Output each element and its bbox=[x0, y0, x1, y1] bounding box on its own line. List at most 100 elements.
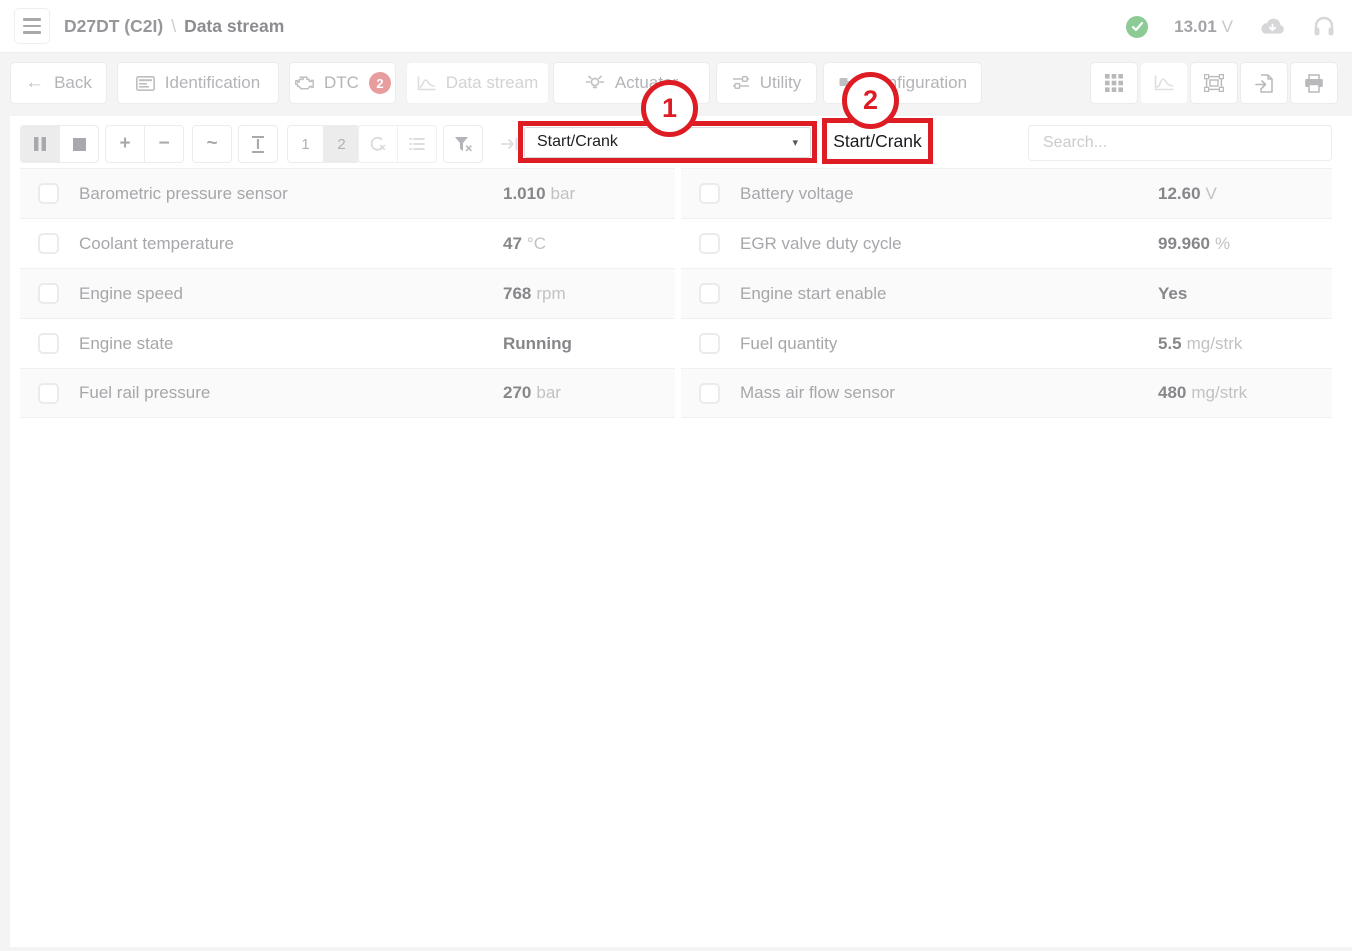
graph-icon bbox=[1154, 75, 1174, 91]
reset-group bbox=[358, 125, 437, 163]
filter-group bbox=[443, 125, 483, 163]
data-table-left: Barometric pressure sensor 1.010 bar Cool… bbox=[20, 168, 675, 418]
row-checkbox[interactable] bbox=[38, 233, 59, 254]
data-table-right: Battery voltage 12.60 V EGR valve duty cy… bbox=[681, 168, 1332, 418]
table-row: Engine speed 768 rpm bbox=[20, 268, 675, 318]
cloud-download-icon[interactable] bbox=[1259, 17, 1286, 37]
row-checkbox[interactable] bbox=[38, 333, 59, 354]
row-checkbox[interactable] bbox=[38, 283, 59, 304]
param-value: Running bbox=[503, 333, 572, 353]
chart-curve-icon bbox=[417, 75, 436, 91]
hamburger-menu-button[interactable] bbox=[14, 8, 50, 44]
param-label: Fuel quantity bbox=[740, 333, 838, 353]
table-row: EGR valve duty cycle 99.960% bbox=[681, 218, 1332, 268]
table-row: Coolant temperature 47 °C bbox=[20, 218, 675, 268]
search-input[interactable] bbox=[1028, 125, 1332, 161]
row-checkbox[interactable] bbox=[699, 382, 720, 404]
table-row: Barometric pressure sensor 1.010 bar bbox=[20, 168, 675, 218]
param-label: Fuel rail pressure bbox=[79, 383, 211, 402]
playback-group bbox=[20, 125, 99, 163]
export-button[interactable] bbox=[1240, 62, 1288, 104]
printer-icon bbox=[1304, 73, 1324, 93]
clear-filter-button[interactable] bbox=[443, 125, 483, 163]
grid-icon bbox=[1105, 74, 1123, 92]
graph-view-button bbox=[1140, 62, 1188, 104]
param-label: Engine start enable bbox=[740, 283, 887, 303]
grid-view-button[interactable] bbox=[1090, 62, 1138, 104]
param-value: Yes bbox=[1158, 283, 1188, 303]
tab-data-stream-label: Data stream bbox=[445, 73, 539, 92]
page-bottom-edge bbox=[0, 947, 1352, 951]
param-label: Mass air flow sensor bbox=[740, 383, 895, 402]
chevron-down-icon: ▾ bbox=[792, 136, 798, 149]
param-value: 47 bbox=[503, 233, 522, 253]
row-checkbox[interactable] bbox=[699, 183, 720, 204]
breadcrumb-page: Data stream bbox=[184, 15, 285, 36]
table-row: Battery voltage 12.60 V bbox=[681, 168, 1332, 218]
clear-refresh-button bbox=[358, 125, 398, 163]
app-window: D27DT (C2I) \ Data stream 13.01V ← Back bbox=[0, 0, 1352, 951]
row-checkbox[interactable] bbox=[38, 183, 59, 204]
app-header: D27DT (C2I) \ Data stream 13.01 V bbox=[0, 0, 1352, 53]
group-select-value: Start/Crank bbox=[537, 133, 618, 150]
tab-data-stream: Data stream bbox=[406, 62, 549, 104]
tab-utility-label: Utility bbox=[759, 73, 802, 92]
connection-ok-icon bbox=[1126, 15, 1149, 38]
param-value: 1.010 bbox=[503, 183, 546, 203]
table-row: Mass air flow sensor 480 mg/strk bbox=[681, 368, 1332, 418]
scale-group: I bbox=[238, 125, 278, 163]
row-checkbox[interactable] bbox=[38, 382, 59, 404]
engine-icon bbox=[294, 75, 314, 91]
sliders-icon bbox=[732, 75, 750, 91]
param-unit: mg/strk bbox=[1186, 333, 1243, 353]
tab-identification-label: Identification bbox=[164, 73, 261, 92]
param-label: Battery voltage bbox=[740, 183, 854, 203]
param-unit: °C bbox=[526, 233, 546, 253]
row-checkbox[interactable] bbox=[699, 333, 720, 354]
add-button[interactable]: + bbox=[105, 125, 145, 163]
hamburger-icon bbox=[23, 18, 41, 21]
remove-button[interactable]: − bbox=[144, 125, 184, 163]
param-label: EGR valve duty cycle bbox=[740, 233, 902, 253]
stop-button[interactable] bbox=[59, 125, 99, 163]
dtc-count-badge: 2 bbox=[368, 72, 391, 94]
param-label: Engine speed bbox=[79, 283, 183, 303]
page-2-button[interactable]: 2 bbox=[323, 125, 360, 163]
print-button[interactable] bbox=[1290, 62, 1338, 104]
list-button bbox=[397, 125, 437, 163]
annotation-step-1: 1 bbox=[641, 80, 698, 137]
annotation-step-2: 2 bbox=[842, 72, 899, 129]
smooth-curve-button[interactable]: ~ bbox=[192, 125, 232, 163]
breadcrumb-separator: \ bbox=[171, 15, 177, 36]
param-label: Barometric pressure sensor bbox=[79, 183, 288, 203]
back-button[interactable]: ← Back bbox=[10, 62, 107, 104]
tab-identification[interactable]: Identification bbox=[117, 62, 279, 104]
param-value: 768 bbox=[503, 283, 532, 303]
param-unit: % bbox=[1215, 233, 1231, 253]
group-name-label: Start/Crank bbox=[833, 130, 922, 151]
pause-button[interactable] bbox=[20, 125, 60, 163]
selection-frame-icon bbox=[1204, 74, 1224, 92]
header-status-area: 13.01 V bbox=[1126, 0, 1336, 53]
tab-dtc[interactable]: DTC 2 bbox=[289, 62, 396, 104]
headset-icon[interactable] bbox=[1312, 15, 1336, 39]
content-card: + − ~ I 1 2 Start/Crank ▾ Start/Crank Se… bbox=[10, 116, 1352, 947]
zoom-group: + − bbox=[105, 125, 184, 163]
table-row: Fuel rail pressure 270 bar bbox=[20, 368, 675, 418]
row-checkbox[interactable] bbox=[699, 283, 720, 304]
param-value: 480 bbox=[1158, 383, 1187, 402]
param-value: 270 bbox=[503, 383, 532, 402]
param-value: 5.5 bbox=[1158, 333, 1182, 353]
row-checkbox[interactable] bbox=[699, 233, 720, 254]
param-unit: V bbox=[1205, 183, 1217, 203]
tab-utility[interactable]: Utility bbox=[716, 62, 817, 104]
tab-dtc-label: DTC bbox=[324, 73, 359, 92]
id-card-icon bbox=[135, 75, 155, 91]
page-1-button[interactable]: 1 bbox=[287, 125, 324, 163]
auto-height-button[interactable]: I bbox=[238, 125, 278, 163]
select-frame-button[interactable] bbox=[1190, 62, 1238, 104]
battery-voltage-readout: 13.01 V bbox=[1174, 16, 1233, 36]
param-unit: mg/strk bbox=[1191, 383, 1248, 402]
search-area bbox=[1028, 125, 1332, 161]
back-label: Back bbox=[54, 73, 92, 92]
